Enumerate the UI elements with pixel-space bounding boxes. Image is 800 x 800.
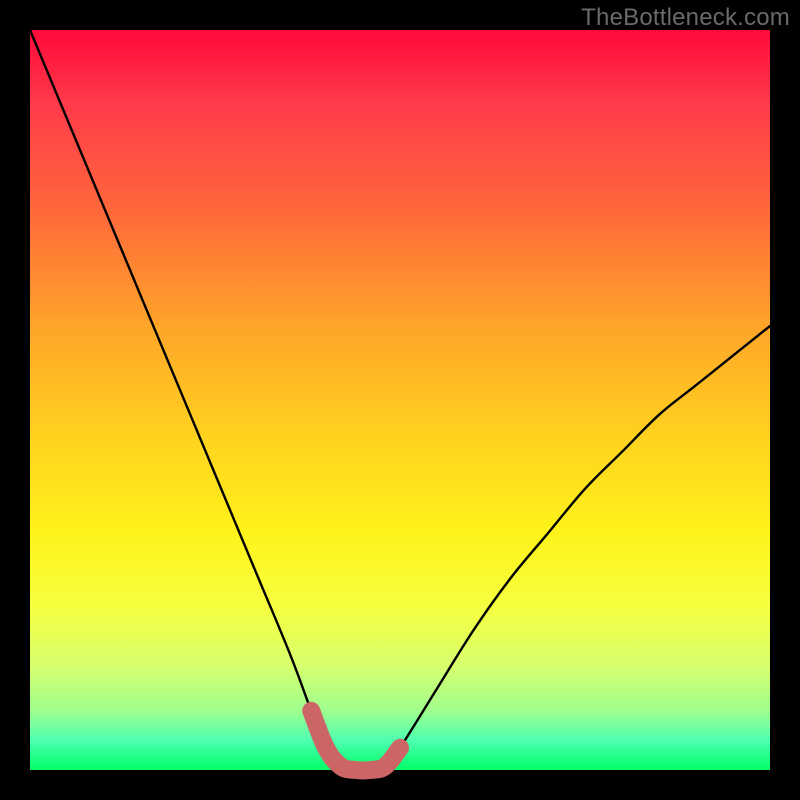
bottleneck-curve [30, 30, 770, 771]
flat-band [311, 711, 400, 771]
watermark-text: TheBottleneck.com [581, 4, 790, 32]
chart-frame: TheBottleneck.com [0, 0, 800, 800]
curve-svg [30, 30, 770, 770]
plot-area [30, 30, 770, 770]
